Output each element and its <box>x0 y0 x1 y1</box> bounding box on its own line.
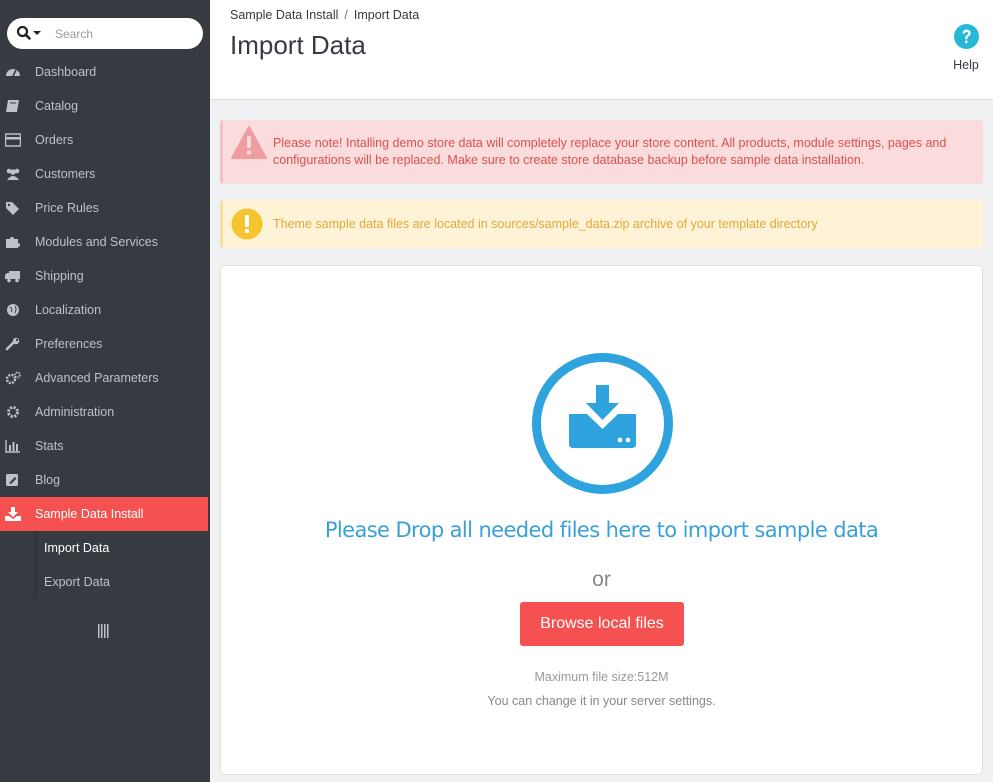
download-icon <box>5 507 21 521</box>
sidebar-item-label: Modules and Services <box>35 235 158 249</box>
sidebar-subitem-import-data[interactable]: Import Data <box>0 531 210 565</box>
dropzone-panel[interactable]: Please Drop all needed files here to imp… <box>220 265 983 775</box>
sidebar-item-advanced-parameters[interactable]: Advanced Parameters <box>0 361 210 395</box>
sidebar-item-label: Shipping <box>35 269 84 283</box>
alert-warning-text: Theme sample data files are located in s… <box>273 217 818 231</box>
help-icon[interactable] <box>953 24 979 49</box>
sidebar-item-modules-and-services[interactable]: Modules and Services <box>0 225 210 259</box>
globe-icon <box>7 304 19 316</box>
sidebar-item-label: Stats <box>35 439 64 453</box>
sidebar-item-label: Administration <box>35 405 115 419</box>
sidebar-item-orders[interactable]: Orders <box>0 123 210 157</box>
page-title: Import Data <box>230 30 366 60</box>
edit-icon <box>6 474 18 486</box>
sidebar-item-customers[interactable]: Customers <box>0 157 210 191</box>
dropzone-title: Please Drop all needed files here to imp… <box>324 518 879 542</box>
sidebar-item-dashboard[interactable]: Dashboard <box>0 55 210 89</box>
credit-card-icon <box>5 133 21 147</box>
breadcrumb-separator: / <box>344 8 348 22</box>
sidebar-item-label: Advanced Parameters <box>35 371 159 385</box>
browse-local-files-button[interactable]: Browse local files <box>520 602 684 646</box>
help-label: Help <box>953 58 979 72</box>
max-file-size: Maximum file size:512M <box>534 670 669 684</box>
server-settings-hint: You can change it in your server setting… <box>487 694 716 708</box>
wrench-icon <box>5 337 20 351</box>
puzzle-icon <box>6 237 20 248</box>
sidebar-item-label: Blog <box>35 473 61 487</box>
breadcrumb: Sample Data Install / Import Data <box>230 8 419 22</box>
sidebar-item-shipping[interactable]: Shipping <box>0 259 210 293</box>
users-icon <box>6 168 20 180</box>
sidebar-item-catalog[interactable]: Catalog <box>0 89 210 123</box>
sidebar-item-preferences[interactable]: Preferences <box>0 327 210 361</box>
sidebar-item-label: Localization <box>35 303 102 317</box>
sidebar-item-stats[interactable]: Stats <box>0 429 210 463</box>
sidebar-item-label: Customers <box>35 167 96 181</box>
download-drive-icon <box>532 353 673 494</box>
book-icon <box>6 100 19 112</box>
cogs-icon <box>5 371 21 385</box>
main-menu: Dashboard Catalog Orders Customers Price… <box>0 55 210 599</box>
breadcrumb-item-sample-data-install[interactable]: Sample Data Install <box>230 8 338 22</box>
sidebar-item-localization[interactable]: Localization <box>0 293 210 327</box>
alert-danger-text: Please note! Intalling demo store data w… <box>273 136 947 167</box>
sidebar-subitem-export-data[interactable]: Export Data <box>0 565 210 599</box>
alert-warning: Theme sample data files are located in s… <box>220 200 983 248</box>
sidebar-item-label: Dashboard <box>35 65 97 79</box>
warning-triangle-icon <box>231 126 267 159</box>
cog-icon <box>7 406 19 418</box>
search-icon[interactable] <box>16 25 44 42</box>
search-box[interactable] <box>7 18 203 49</box>
collapse-sidebar-icon[interactable] <box>98 624 110 638</box>
sidebar-item-label: Sample Data Install <box>35 507 144 521</box>
dashboard-icon <box>6 69 20 77</box>
page-header: Sample Data Install / Import Data Import D… <box>210 0 993 100</box>
sidebar-submenu: Import Data Export Data <box>0 531 210 599</box>
alert-danger: Please note! Intalling demo store data w… <box>220 120 983 184</box>
breadcrumb-item-import-data: Import Data <box>353 8 420 22</box>
sidebar-item-label: Orders <box>35 133 74 147</box>
sidebar-item-label: Preferences <box>35 337 103 351</box>
sidebar-item-administration[interactable]: Administration <box>0 395 210 429</box>
bar-chart-icon <box>5 440 20 453</box>
sidebar-item-price-rules[interactable]: Price Rules <box>0 191 210 225</box>
tags-icon <box>6 202 19 215</box>
sidebar-item-label: Catalog <box>35 99 79 113</box>
sidebar: Dashboard Catalog Orders Customers Price… <box>0 0 210 782</box>
sidebar-item-label: Price Rules <box>35 201 99 215</box>
truck-icon <box>5 271 20 283</box>
help-button[interactable]: Help <box>949 24 983 72</box>
exclamation-circle-icon <box>231 208 263 240</box>
sidebar-item-blog[interactable]: Blog <box>0 463 210 497</box>
sidebar-item-sample-data-install[interactable]: Sample Data Install <box>0 497 208 531</box>
dropzone-or: or <box>592 568 611 591</box>
search-input[interactable] <box>55 24 195 43</box>
